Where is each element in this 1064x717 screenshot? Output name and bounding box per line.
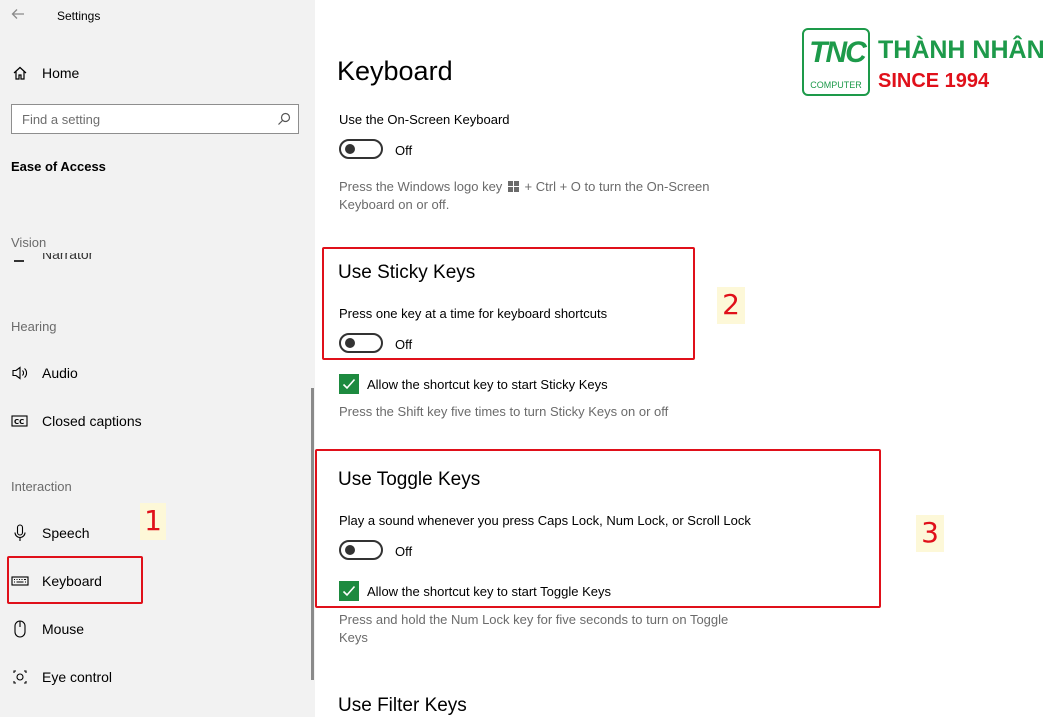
highlight-box-toggle-keys [315,449,881,608]
sidebar: Settings Home Ease of Access Vision Narr… [0,0,315,717]
closed-captions-icon: CC [11,412,29,430]
speaker-icon [11,364,29,382]
toggle-knob [345,144,355,154]
callout-one: 1 [140,503,166,540]
category-title: Ease of Access [11,159,106,174]
brand-logo: TNC COMPUTER THÀNH NHÂN SINCE 1994 [802,28,1052,98]
page-title: Keyboard [337,56,453,86]
logo-badge: TNC COMPUTER [802,28,870,96]
search-box[interactable] [11,104,299,134]
title-bar: Settings [0,0,315,34]
checkmark-icon [342,378,356,390]
svg-text:CC: CC [14,418,24,426]
toggle-keys-description-line2: Keys [339,630,368,645]
logo-since: SINCE 1994 [878,70,990,92]
sidebar-item-mouse[interactable]: Mouse [0,611,315,647]
eye-control-icon [11,668,29,686]
sidebar-item-narrator[interactable]: Narrator [42,253,93,267]
home-icon [11,64,29,82]
callout-three: 3 [916,515,944,552]
onscreen-keyboard-description-line2: Keyboard on or off. [339,197,450,212]
sidebar-item-label: Speech [42,525,90,541]
section-header-hearing: Hearing [11,319,57,334]
sidebar-item-audio[interactable]: Audio [0,355,315,391]
sidebar-item-closed-captions[interactable]: CC Closed captions [0,403,315,439]
onscreen-keyboard-label: Use the On-Screen Keyboard [339,112,510,127]
logo-subtitle: COMPUTER [810,80,862,90]
logo-mark: TNC [809,36,867,69]
toggle-keys-description: Press and hold the Num Lock key for five… [339,612,729,627]
search-input[interactable] [12,105,262,133]
highlight-box-sticky-keys [322,247,695,360]
sticky-keys-shortcut-label: Allow the shortcut key to start Sticky K… [367,377,608,392]
app-title: Settings [57,9,101,23]
sidebar-item-label: Audio [42,365,78,381]
logo-name: THÀNH NHÂN [878,36,1045,64]
back-arrow-icon[interactable] [10,6,30,26]
sticky-keys-description: Press the Shift key five times to turn S… [339,404,669,419]
mouse-icon [11,620,29,638]
sidebar-item-label: Home [42,65,80,81]
sidebar-item-label: Mouse [42,621,85,637]
sidebar-item-home[interactable]: Home [0,55,315,91]
onscreen-keyboard-state: Off [395,143,413,158]
sidebar-scrollbar[interactable] [311,388,314,680]
highlight-box-keyboard [7,556,143,604]
narrator-icon [14,260,24,266]
sidebar-item-label: Closed captions [42,413,142,429]
sidebar-item-label: Eye control [42,669,113,685]
onscreen-keyboard-toggle[interactable] [339,139,383,159]
section-header-interaction: Interaction [11,479,72,494]
sidebar-item-eye-control[interactable]: Eye control [0,659,315,695]
sticky-keys-shortcut-checkbox[interactable] [339,374,359,394]
microphone-icon [11,524,29,542]
windows-logo-icon [507,179,519,197]
filter-keys-title: Use Filter Keys [338,695,467,716]
section-header-vision: Vision [11,235,47,250]
search-icon[interactable] [277,112,291,126]
callout-two: 2 [717,287,745,324]
onscreen-keyboard-description: Press the Windows logo key + Ctrl + O to… [339,178,710,197]
